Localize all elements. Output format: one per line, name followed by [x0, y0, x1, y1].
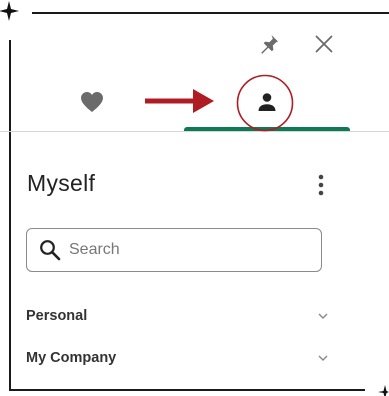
frame-top-line: [32, 12, 389, 14]
chevron-down-icon: [316, 309, 330, 323]
close-icon: [315, 35, 333, 53]
heart-icon: [81, 92, 103, 112]
section-personal-label: Personal: [26, 308, 88, 324]
screenshot-stage: Myself Personal My Company: [0, 0, 389, 396]
frame-left-line: [9, 40, 11, 391]
pin-button[interactable]: [255, 30, 283, 58]
annotation-arrow-icon: [145, 89, 214, 113]
kebab-menu-icon: [318, 174, 324, 196]
close-button[interactable]: [310, 30, 338, 58]
chevron-down-icon: [316, 351, 330, 365]
search-icon: [39, 239, 61, 261]
tabs-divider: [0, 131, 389, 132]
panel-title: Myself: [27, 170, 96, 196]
annotation-circle: [236, 74, 294, 132]
section-personal[interactable]: Personal: [26, 302, 336, 330]
pin-icon: [261, 35, 278, 54]
search-box[interactable]: [26, 228, 322, 272]
sparkle-icon: [0, 1, 19, 21]
section-my-company-label: My Company: [26, 350, 117, 366]
search-input[interactable]: [69, 241, 299, 259]
tab-favorites[interactable]: [70, 84, 114, 120]
sparkle-icon-corner: [378, 385, 389, 396]
more-options-button[interactable]: [310, 170, 332, 200]
frame-bottom-line: [9, 389, 365, 391]
section-my-company[interactable]: My Company: [26, 344, 336, 372]
